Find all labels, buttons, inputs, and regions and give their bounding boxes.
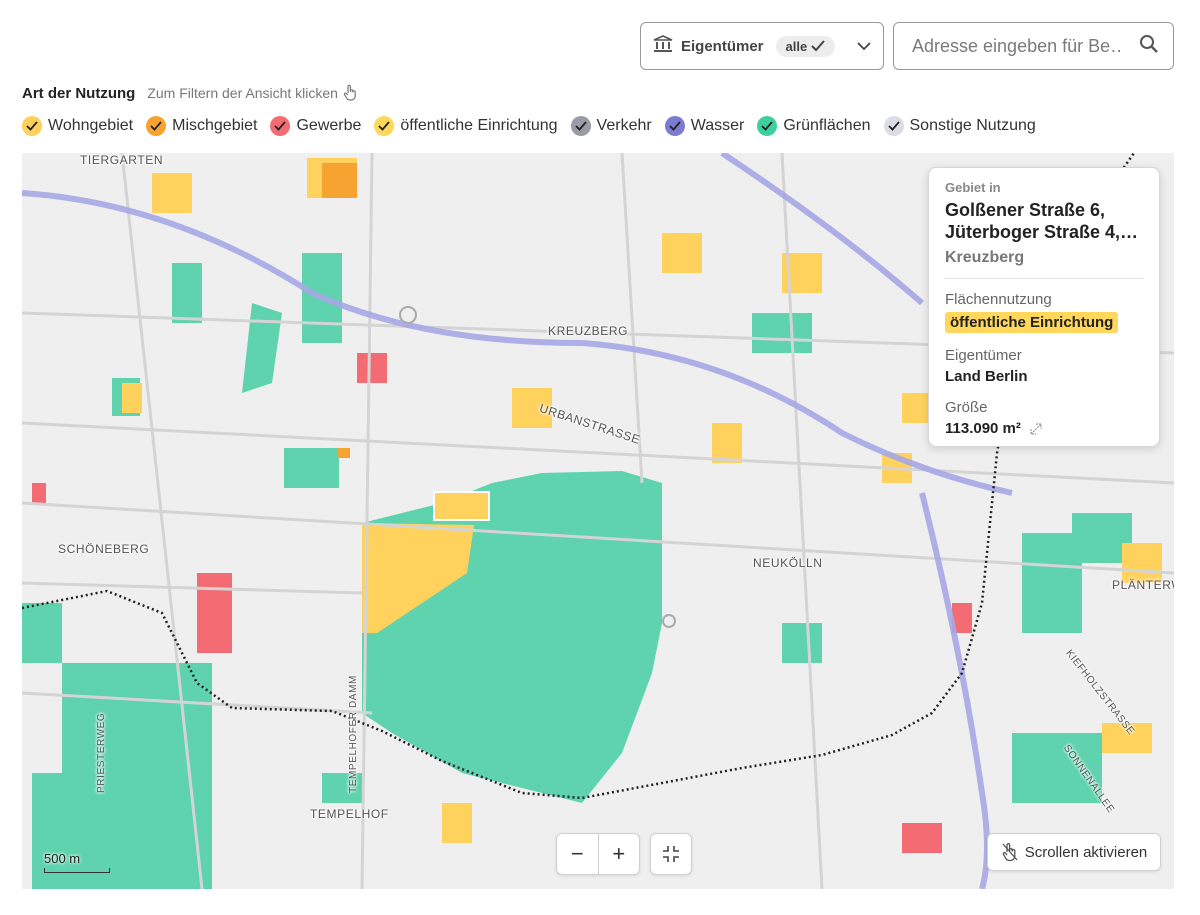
pointer-hand-icon (343, 84, 356, 101)
map-label-plaenterw: PLÄNTERW (1112, 578, 1174, 592)
legend-item-sonstige-nutzung[interactable]: Sonstige Nutzung (883, 116, 1036, 136)
map-scale: 500 m (44, 851, 110, 873)
check-icon (757, 116, 778, 136)
map-scale-bar (44, 868, 110, 873)
area-info-size-value: 113.090 m² (945, 420, 1021, 437)
area-info-divider (945, 278, 1143, 279)
check-icon (22, 116, 42, 136)
map-label-tempelhofer-damm: TEMPELHOFER DAMM (348, 675, 359, 793)
area-info-card: Gebiet in Golßener Straße 6, Jüterboger … (928, 167, 1160, 447)
legend-item-oeffentliche-einrichtung[interactable]: öffentliche Einrichtung (374, 116, 558, 136)
scroll-hand-icon (1002, 843, 1018, 862)
owner-filter-selected-label: alle (785, 38, 808, 54)
area-info-size-label: Größe (945, 399, 988, 416)
zoom-out-button[interactable]: − (557, 834, 598, 874)
area-info-owner-value: Land Berlin (945, 368, 1028, 385)
map-label-tiergarten: TIERGARTEN (80, 153, 164, 167)
legend-label: Verkehr (596, 117, 652, 134)
check-icon (570, 116, 591, 136)
check-icon (270, 116, 291, 136)
map-label-schoeneberg: SCHÖNEBERG (58, 542, 150, 556)
legend-item-gruenflaechen[interactable]: Grünflächen (757, 116, 871, 136)
map-label-priesterweg: PRIESTERWEG (96, 712, 107, 793)
area-info-address: Golßener Straße 6, Jüterboger Straße 4,… (945, 199, 1143, 243)
collapse-icon (663, 846, 679, 862)
owner-filter-selected[interactable]: alle (775, 35, 836, 57)
area-info-usage-value: öffentliche Einrichtung (945, 312, 1119, 333)
search-icon[interactable] (1139, 34, 1159, 59)
area-info-kicker: Gebiet in (945, 180, 1001, 195)
map-scale-label: 500 m (44, 851, 81, 866)
legend-label: Sonstige Nutzung (909, 117, 1036, 134)
map-label-tempelhof: TEMPELHOF (310, 807, 389, 821)
land-use-map[interactable]: TIERGARTEN KREUZBERG URBANSTRASSE SCHÖNE… (22, 153, 1174, 889)
area-info-address-line1: Golßener Straße 6, (945, 200, 1106, 220)
map-label-neukoelln: NEUKÖLLN (753, 556, 823, 570)
check-icon (146, 116, 167, 136)
area-info-district: Kreuzberg (945, 249, 1025, 266)
legend-label: Mischgebiet (172, 117, 258, 134)
usage-filter-hint: Zum Filtern der Ansicht klicken (147, 84, 358, 101)
zoom-in-button[interactable]: + (597, 834, 640, 874)
check-icon (811, 40, 825, 52)
legend-item-mischgebiet[interactable]: Mischgebiet (146, 116, 257, 136)
legend-label: öffentliche Einrichtung (400, 117, 558, 134)
enable-scroll-label: Scrollen aktivieren (1024, 843, 1148, 861)
check-icon (664, 116, 685, 136)
chevron-down-icon (857, 38, 871, 54)
legend-label: Grünflächen (783, 117, 871, 134)
building-icon (653, 34, 673, 58)
check-icon (883, 116, 904, 136)
check-icon (374, 116, 395, 136)
usage-filter-heading: Art der Nutzung Zum Filtern der Ansicht … (22, 84, 358, 102)
legend-item-gewerbe[interactable]: Gewerbe (270, 116, 361, 136)
legend-label: Gewerbe (296, 117, 362, 134)
address-search-input[interactable] (910, 34, 1124, 58)
usage-filter-hint-text: Zum Filtern der Ansicht klicken (147, 84, 338, 101)
address-search[interactable] (893, 22, 1174, 70)
enable-scroll-button[interactable]: Scrollen aktivieren (987, 833, 1161, 871)
usage-filter-title: Art der Nutzung (22, 84, 136, 102)
legend-item-wasser[interactable]: Wasser (664, 116, 745, 136)
map-label-kreuzberg: KREUZBERG (548, 324, 629, 338)
legend-item-verkehr[interactable]: Verkehr (570, 116, 652, 136)
resize-icon (1030, 422, 1042, 435)
area-info-owner-label: Eigentümer (945, 347, 1022, 364)
owner-filter-dropdown[interactable]: Eigentümer alle (640, 22, 884, 70)
legend-label: Wohngebiet (48, 117, 134, 134)
owner-filter-label: Eigentümer (681, 37, 764, 55)
area-info-usage-label: Flächennutzung (945, 291, 1052, 308)
legend-item-wohngebiet[interactable]: Wohngebiet (22, 116, 133, 136)
usage-legend: Wohngebiet Mischgebiet Gewerbe öffentlic… (22, 116, 1036, 136)
zoom-controls: − + (556, 833, 640, 875)
area-info-address-line2: Jüterboger Straße 4,… (945, 222, 1139, 242)
legend-label: Wasser (690, 117, 745, 134)
fullscreen-button[interactable] (650, 833, 692, 875)
